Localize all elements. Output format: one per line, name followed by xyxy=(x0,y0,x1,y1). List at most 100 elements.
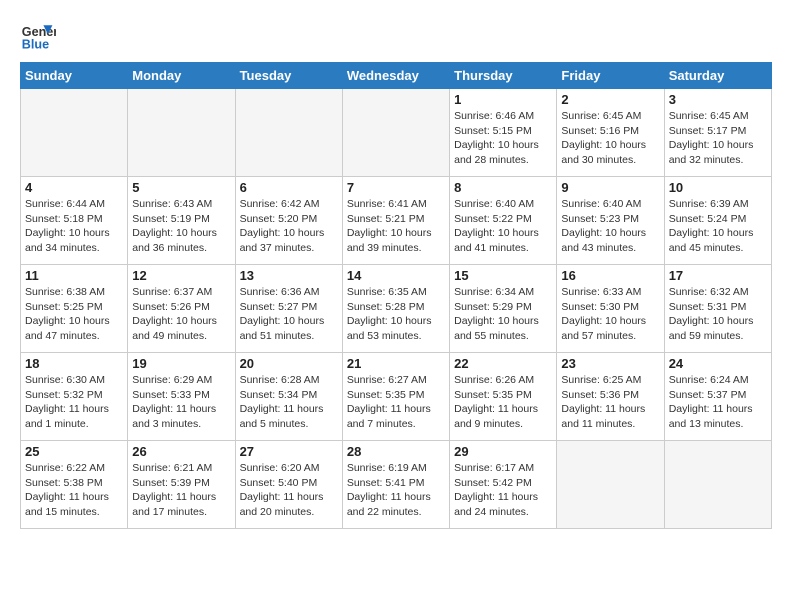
day-number: 17 xyxy=(669,268,767,283)
day-number: 24 xyxy=(669,356,767,371)
day-info: Sunrise: 6:44 AMSunset: 5:18 PMDaylight:… xyxy=(25,197,123,256)
day-number: 25 xyxy=(25,444,123,459)
day-header-saturday: Saturday xyxy=(664,63,771,89)
day-header-friday: Friday xyxy=(557,63,664,89)
calendar-cell: 28 Sunrise: 6:19 AMSunset: 5:41 PMDayligh… xyxy=(342,441,449,529)
day-number: 4 xyxy=(25,180,123,195)
logo-icon: General Blue xyxy=(20,18,56,54)
calendar-cell: 16 Sunrise: 6:33 AMSunset: 5:30 PMDayligh… xyxy=(557,265,664,353)
day-number: 26 xyxy=(132,444,230,459)
calendar-table: SundayMondayTuesdayWednesdayThursdayFrid… xyxy=(20,62,772,529)
day-number: 1 xyxy=(454,92,552,107)
calendar-cell: 8Sunrise: 6:40 AMSunset: 5:22 PMDaylight… xyxy=(450,177,557,265)
day-number: 19 xyxy=(132,356,230,371)
day-info: Sunrise: 6:21 AMSunset: 5:39 PMDaylight:… xyxy=(132,461,230,520)
calendar-cell: 3Sunrise: 6:45 AMSunset: 5:17 PMDaylight… xyxy=(664,89,771,177)
day-number: 16 xyxy=(561,268,659,283)
day-info: Sunrise: 6:42 AMSunset: 5:20 PMDaylight:… xyxy=(240,197,338,256)
day-info: Sunrise: 6:32 AMSunset: 5:31 PMDaylight:… xyxy=(669,285,767,344)
day-info: Sunrise: 6:30 AMSunset: 5:32 PMDaylight:… xyxy=(25,373,123,432)
day-info: Sunrise: 6:41 AMSunset: 5:21 PMDaylight:… xyxy=(347,197,445,256)
calendar-cell: 19 Sunrise: 6:29 AMSunset: 5:33 PMDayligh… xyxy=(128,353,235,441)
day-number: 13 xyxy=(240,268,338,283)
day-number: 23 xyxy=(561,356,659,371)
calendar-cell: 9 Sunrise: 6:40 AMSunset: 5:23 PMDaylight… xyxy=(557,177,664,265)
calendar-cell: 22 Sunrise: 6:26 AMSunset: 5:35 PMDayligh… xyxy=(450,353,557,441)
day-header-wednesday: Wednesday xyxy=(342,63,449,89)
day-info: Sunrise: 6:39 AMSunset: 5:24 PMDaylight:… xyxy=(669,197,767,256)
day-info: Sunrise: 6:46 AMSunset: 5:15 PMDaylight:… xyxy=(454,109,552,168)
day-info: Sunrise: 6:27 AMSunset: 5:35 PMDaylight:… xyxy=(347,373,445,432)
calendar-cell: 23 Sunrise: 6:25 AMSunset: 5:36 PMDayligh… xyxy=(557,353,664,441)
day-header-monday: Monday xyxy=(128,63,235,89)
calendar-cell: 27 Sunrise: 6:20 AMSunset: 5:40 PMDayligh… xyxy=(235,441,342,529)
day-number: 5 xyxy=(132,180,230,195)
day-info: Sunrise: 6:26 AMSunset: 5:35 PMDaylight:… xyxy=(454,373,552,432)
calendar-cell: 1 Sunrise: 6:46 AMSunset: 5:15 PMDaylight… xyxy=(450,89,557,177)
header: General Blue xyxy=(20,18,772,54)
day-info: Sunrise: 6:28 AMSunset: 5:34 PMDaylight:… xyxy=(240,373,338,432)
calendar-cell: 20 Sunrise: 6:28 AMSunset: 5:34 PMDayligh… xyxy=(235,353,342,441)
calendar-cell: 7 Sunrise: 6:41 AMSunset: 5:21 PMDaylight… xyxy=(342,177,449,265)
day-number: 21 xyxy=(347,356,445,371)
svg-text:Blue: Blue xyxy=(22,38,49,52)
calendar-cell: 4 Sunrise: 6:44 AMSunset: 5:18 PMDaylight… xyxy=(21,177,128,265)
calendar-cell: 5 Sunrise: 6:43 AMSunset: 5:19 PMDaylight… xyxy=(128,177,235,265)
page: General Blue SundayMondayTuesdayWednesda… xyxy=(0,0,792,539)
day-number: 29 xyxy=(454,444,552,459)
calendar-cell: 29Sunrise: 6:17 AMSunset: 5:42 PMDayligh… xyxy=(450,441,557,529)
day-header-sunday: Sunday xyxy=(21,63,128,89)
calendar-cell: 26 Sunrise: 6:21 AMSunset: 5:39 PMDayligh… xyxy=(128,441,235,529)
day-info: Sunrise: 6:33 AMSunset: 5:30 PMDaylight:… xyxy=(561,285,659,344)
calendar-cell xyxy=(21,89,128,177)
calendar-cell xyxy=(128,89,235,177)
day-info: Sunrise: 6:35 AMSunset: 5:28 PMDaylight:… xyxy=(347,285,445,344)
day-info: Sunrise: 6:40 AMSunset: 5:23 PMDaylight:… xyxy=(561,197,659,256)
calendar-cell: 12Sunrise: 6:37 AMSunset: 5:26 PMDayligh… xyxy=(128,265,235,353)
logo: General Blue xyxy=(20,18,56,54)
day-number: 2 xyxy=(561,92,659,107)
calendar-week-4: 25Sunrise: 6:22 AMSunset: 5:38 PMDayligh… xyxy=(21,441,772,529)
day-info: Sunrise: 6:19 AMSunset: 5:41 PMDaylight:… xyxy=(347,461,445,520)
day-info: Sunrise: 6:38 AMSunset: 5:25 PMDaylight:… xyxy=(25,285,123,344)
calendar-cell xyxy=(342,89,449,177)
calendar-cell xyxy=(235,89,342,177)
calendar-cell: 11 Sunrise: 6:38 AMSunset: 5:25 PMDayligh… xyxy=(21,265,128,353)
calendar-cell: 14 Sunrise: 6:35 AMSunset: 5:28 PMDayligh… xyxy=(342,265,449,353)
calendar-cell: 10 Sunrise: 6:39 AMSunset: 5:24 PMDayligh… xyxy=(664,177,771,265)
day-info: Sunrise: 6:25 AMSunset: 5:36 PMDaylight:… xyxy=(561,373,659,432)
calendar-cell: 24 Sunrise: 6:24 AMSunset: 5:37 PMDayligh… xyxy=(664,353,771,441)
calendar-week-1: 4 Sunrise: 6:44 AMSunset: 5:18 PMDaylight… xyxy=(21,177,772,265)
day-info: Sunrise: 6:43 AMSunset: 5:19 PMDaylight:… xyxy=(132,197,230,256)
calendar-cell: 13 Sunrise: 6:36 AMSunset: 5:27 PMDayligh… xyxy=(235,265,342,353)
calendar-cell: 18 Sunrise: 6:30 AMSunset: 5:32 PMDayligh… xyxy=(21,353,128,441)
calendar-week-0: 1 Sunrise: 6:46 AMSunset: 5:15 PMDaylight… xyxy=(21,89,772,177)
calendar-cell xyxy=(664,441,771,529)
calendar-cell: 2Sunrise: 6:45 AMSunset: 5:16 PMDaylight… xyxy=(557,89,664,177)
day-number: 7 xyxy=(347,180,445,195)
calendar-header-row: SundayMondayTuesdayWednesdayThursdayFrid… xyxy=(21,63,772,89)
day-number: 15 xyxy=(454,268,552,283)
calendar-cell: 25Sunrise: 6:22 AMSunset: 5:38 PMDayligh… xyxy=(21,441,128,529)
calendar-cell: 21 Sunrise: 6:27 AMSunset: 5:35 PMDayligh… xyxy=(342,353,449,441)
day-info: Sunrise: 6:24 AMSunset: 5:37 PMDaylight:… xyxy=(669,373,767,432)
calendar-cell: 15Sunrise: 6:34 AMSunset: 5:29 PMDayligh… xyxy=(450,265,557,353)
day-number: 11 xyxy=(25,268,123,283)
day-info: Sunrise: 6:29 AMSunset: 5:33 PMDaylight:… xyxy=(132,373,230,432)
day-number: 14 xyxy=(347,268,445,283)
day-number: 28 xyxy=(347,444,445,459)
day-number: 12 xyxy=(132,268,230,283)
day-number: 3 xyxy=(669,92,767,107)
calendar-week-3: 18 Sunrise: 6:30 AMSunset: 5:32 PMDayligh… xyxy=(21,353,772,441)
day-number: 18 xyxy=(25,356,123,371)
day-number: 20 xyxy=(240,356,338,371)
day-number: 22 xyxy=(454,356,552,371)
day-number: 27 xyxy=(240,444,338,459)
calendar-cell xyxy=(557,441,664,529)
day-number: 9 xyxy=(561,180,659,195)
calendar-week-2: 11 Sunrise: 6:38 AMSunset: 5:25 PMDayligh… xyxy=(21,265,772,353)
day-number: 10 xyxy=(669,180,767,195)
day-info: Sunrise: 6:20 AMSunset: 5:40 PMDaylight:… xyxy=(240,461,338,520)
day-info: Sunrise: 6:36 AMSunset: 5:27 PMDaylight:… xyxy=(240,285,338,344)
calendar-cell: 17 Sunrise: 6:32 AMSunset: 5:31 PMDayligh… xyxy=(664,265,771,353)
